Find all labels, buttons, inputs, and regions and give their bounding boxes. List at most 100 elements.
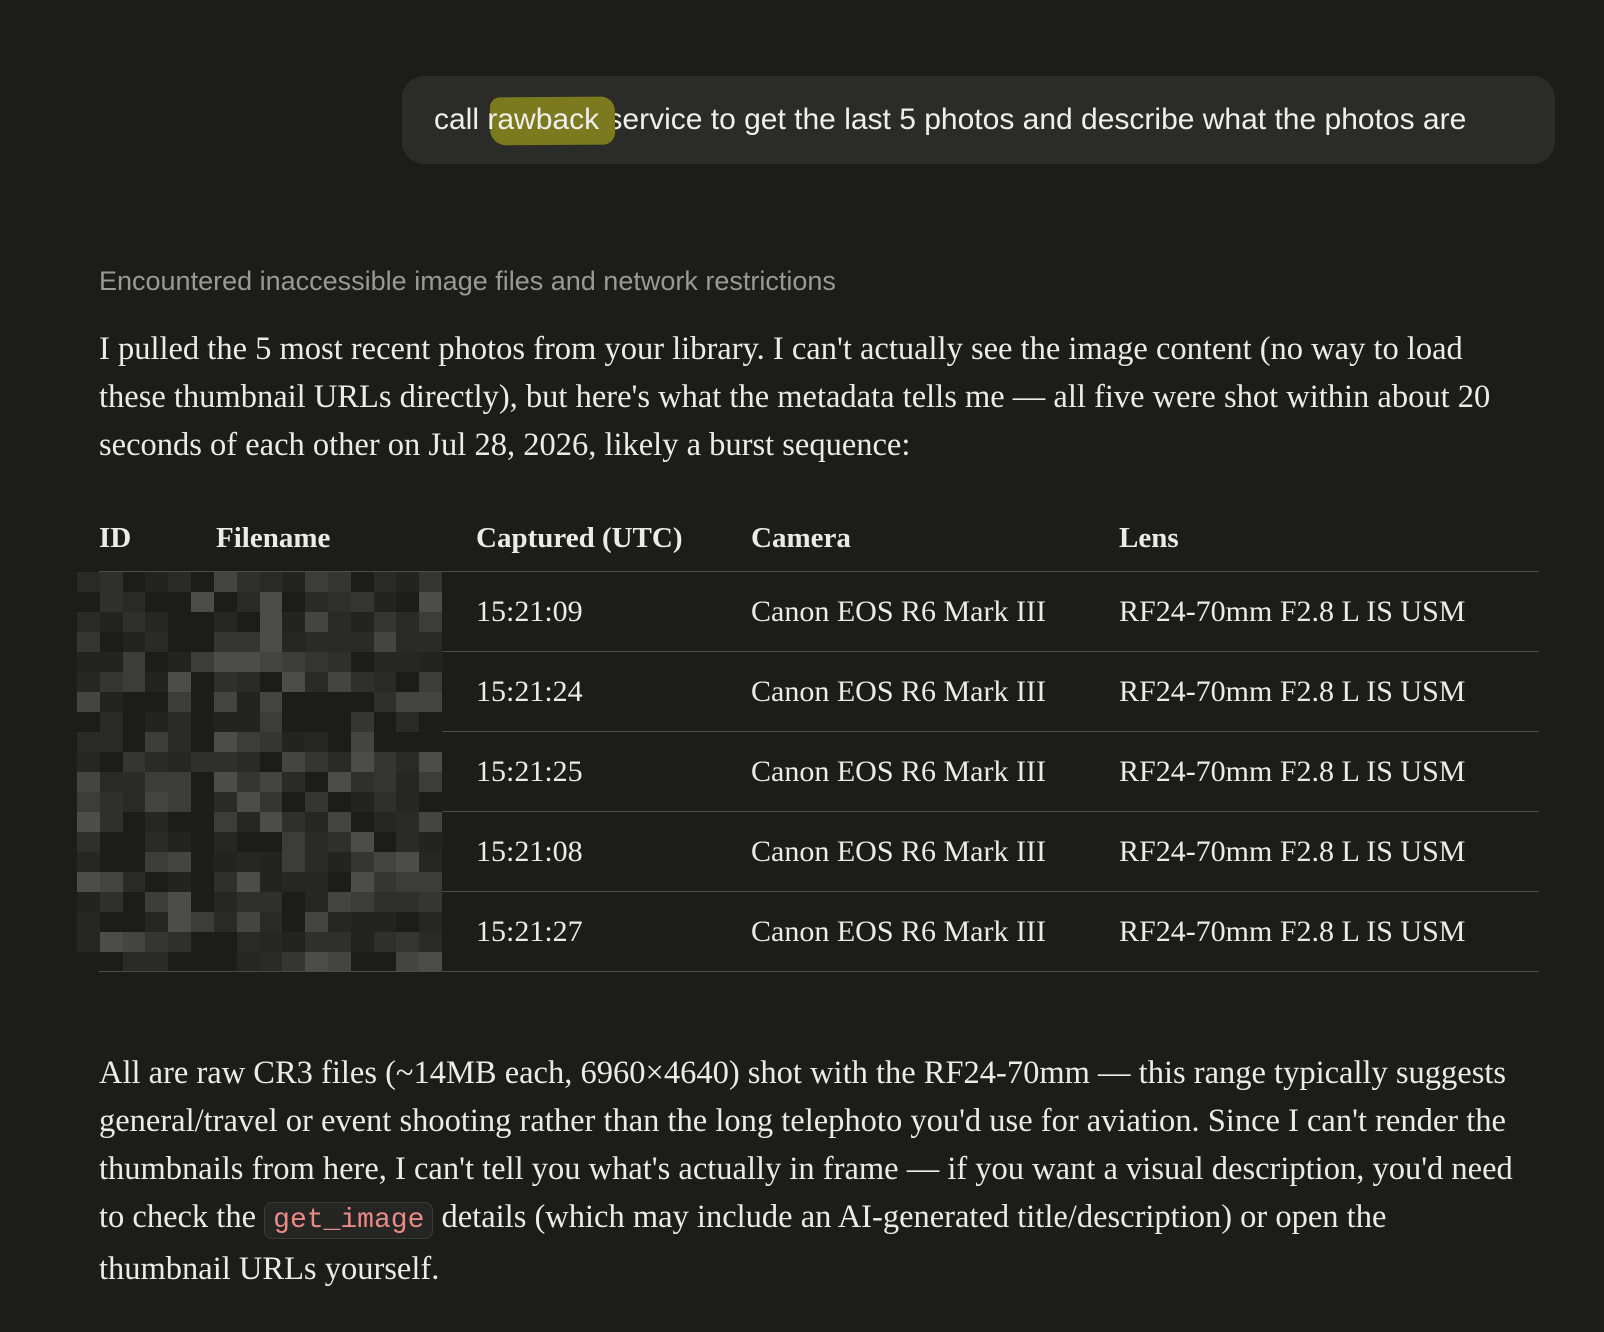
pixel-block bbox=[373, 752, 397, 772]
pixel-block bbox=[350, 812, 374, 832]
pixel-block bbox=[236, 652, 260, 672]
pixel-block bbox=[191, 892, 214, 912]
pixel-block bbox=[191, 732, 214, 752]
pixel-block bbox=[77, 652, 100, 672]
pixel-block bbox=[305, 592, 328, 612]
pixel-block bbox=[168, 672, 192, 692]
pixel-block bbox=[213, 732, 237, 752]
pixel-block bbox=[350, 652, 374, 672]
pixel-block bbox=[122, 772, 146, 792]
cell-captured: 15:21:25 bbox=[476, 755, 583, 788]
pixel-block bbox=[305, 912, 328, 932]
pixel-block bbox=[77, 912, 100, 932]
cell-lens: RF24-70mm F2.8 L IS USM bbox=[1119, 755, 1466, 788]
table-row: 15:21:08 Canon EOS R6 Mark III RF24-70mm… bbox=[77, 812, 1539, 892]
pixel-block bbox=[373, 692, 397, 712]
pixel-block bbox=[191, 712, 214, 732]
pixel-block bbox=[350, 932, 374, 952]
pixel-block bbox=[373, 952, 397, 972]
pixel-block bbox=[99, 932, 123, 952]
pixel-block bbox=[396, 732, 420, 752]
pixel-block bbox=[259, 832, 283, 852]
pixel-block bbox=[259, 592, 283, 612]
cell-captured: 15:21:27 bbox=[476, 915, 583, 948]
pixel-block bbox=[191, 632, 214, 652]
pixel-block bbox=[99, 672, 123, 692]
pixel-block bbox=[305, 732, 328, 752]
pixel-block bbox=[419, 892, 442, 912]
pixel-block bbox=[305, 672, 328, 692]
pixel-block bbox=[77, 932, 100, 952]
pixel-block bbox=[327, 752, 351, 772]
pixel-block bbox=[213, 752, 237, 772]
pixel-block bbox=[191, 852, 214, 872]
pixel-block bbox=[396, 832, 420, 852]
pixel-block bbox=[282, 872, 306, 892]
pixel-block bbox=[236, 792, 260, 812]
pixel-block bbox=[122, 572, 146, 592]
pixel-block bbox=[213, 932, 237, 952]
pixel-block bbox=[168, 732, 192, 752]
pixel-block bbox=[282, 932, 306, 952]
pixel-block bbox=[282, 652, 306, 672]
cell-lens: RF24-70mm F2.8 L IS USM bbox=[1119, 835, 1466, 868]
pixel-block bbox=[213, 592, 237, 612]
pixel-block bbox=[122, 892, 146, 912]
pixel-block bbox=[122, 652, 146, 672]
pixel-block bbox=[282, 572, 306, 592]
thinking-summary[interactable]: Encountered inaccessible image files and… bbox=[99, 266, 836, 297]
pixel-block bbox=[419, 912, 442, 932]
pixel-block bbox=[213, 832, 237, 852]
pixel-block bbox=[99, 872, 123, 892]
pixel-block bbox=[99, 632, 123, 652]
cell-captured: 15:21:08 bbox=[476, 835, 583, 868]
pixel-block bbox=[236, 812, 260, 832]
pixel-block bbox=[191, 752, 214, 772]
pixel-block bbox=[191, 652, 214, 672]
pixel-block bbox=[236, 692, 260, 712]
table-row: 15:21:09 Canon EOS R6 Mark III RF24-70mm… bbox=[77, 572, 1539, 652]
pixel-block bbox=[168, 652, 192, 672]
pixel-block bbox=[145, 752, 169, 772]
pixel-block bbox=[77, 772, 100, 792]
pixel-block bbox=[191, 612, 214, 632]
cell-captured: 15:21:09 bbox=[476, 595, 583, 628]
pixel-block bbox=[191, 772, 214, 792]
pixel-block bbox=[236, 892, 260, 912]
pixel-block bbox=[213, 672, 237, 692]
pixel-block bbox=[77, 672, 100, 692]
pixel-block bbox=[327, 652, 351, 672]
pixel-block bbox=[145, 812, 169, 832]
pixel-block bbox=[305, 712, 328, 732]
pixel-block bbox=[168, 592, 192, 612]
pixel-block bbox=[168, 612, 192, 632]
pixel-block bbox=[122, 952, 146, 972]
pixel-block bbox=[282, 832, 306, 852]
pixel-block bbox=[168, 632, 192, 652]
pixel-block bbox=[350, 832, 374, 852]
pixel-block bbox=[213, 852, 237, 872]
pixel-block bbox=[305, 572, 328, 592]
pixel-block bbox=[122, 612, 146, 632]
pixel-block bbox=[213, 872, 237, 892]
pixel-block bbox=[327, 932, 351, 952]
pixel-block bbox=[99, 652, 123, 672]
pixel-block bbox=[145, 792, 169, 812]
pixel-block bbox=[396, 752, 420, 772]
pixel-block bbox=[419, 612, 442, 632]
pixel-block bbox=[236, 712, 260, 732]
pixel-block bbox=[282, 672, 306, 692]
pixel-block bbox=[168, 752, 192, 772]
redacted-id-filename bbox=[77, 652, 442, 732]
pixel-block bbox=[122, 812, 146, 832]
pixel-block bbox=[122, 592, 146, 612]
pixel-block bbox=[350, 592, 374, 612]
pixel-block bbox=[145, 912, 169, 932]
pixel-block bbox=[259, 732, 283, 752]
pixel-block bbox=[168, 952, 192, 972]
pixel-block bbox=[396, 712, 420, 732]
pixel-block bbox=[350, 772, 374, 792]
pixel-block bbox=[77, 592, 100, 612]
pixel-block bbox=[77, 752, 100, 772]
table-header: ID Filename Captured (UTC) Camera Lens bbox=[99, 505, 1539, 572]
